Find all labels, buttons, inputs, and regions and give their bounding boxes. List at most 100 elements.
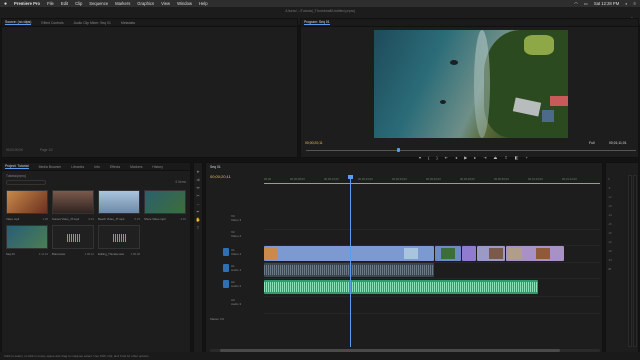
- tab-media-browser[interactable]: Media Browser: [39, 165, 62, 169]
- menu-file[interactable]: File: [47, 1, 54, 6]
- source-timecode[interactable]: 00;00;00;00: [6, 148, 23, 152]
- search-icon[interactable]: ⌕: [625, 1, 627, 6]
- mark-in-icon[interactable]: {: [428, 155, 429, 160]
- play-icon[interactable]: ▶: [464, 155, 467, 160]
- project-item[interactable]: Beach Video_JT.mp4 5:23: [98, 190, 140, 224]
- go-to-out-icon[interactable]: ⇥: [483, 155, 486, 160]
- timeline-clip[interactable]: [462, 246, 476, 261]
- program-timecode[interactable]: 00;00;20;11: [305, 141, 323, 145]
- extract-icon[interactable]: ⇧: [504, 155, 507, 160]
- project-search-input[interactable]: [6, 180, 46, 185]
- slip-tool-icon[interactable]: ↔: [196, 201, 200, 206]
- wifi-icon[interactable]: ◠: [574, 1, 578, 6]
- project-tabs: Project: Tutorial Media Browser Librarie…: [2, 163, 190, 171]
- tab-program[interactable]: Program: Seq 01: [304, 20, 330, 25]
- project-item[interactable]: Video.mp4 1:28: [6, 190, 48, 224]
- menu-markers[interactable]: Markers: [115, 1, 130, 6]
- menu-graphics[interactable]: Graphics: [137, 1, 154, 6]
- tab-metadata[interactable]: Metadata: [121, 21, 135, 25]
- hand-tool-icon[interactable]: ✋: [196, 217, 201, 222]
- add-button-icon[interactable]: +: [525, 155, 527, 160]
- tab-audio-clip-mixer[interactable]: Audio Clip Mixer: Seq 01: [74, 21, 111, 25]
- tab-source[interactable]: Source: (no clips): [5, 20, 32, 25]
- timeline-clip[interactable]: [264, 246, 434, 261]
- tab-project[interactable]: Project: Tutorial: [5, 164, 29, 169]
- tab-info[interactable]: Info: [94, 165, 100, 169]
- export-frame-icon[interactable]: ◧: [515, 155, 519, 160]
- work-area-bar[interactable]: [264, 183, 600, 184]
- selection-tool-icon[interactable]: ➤: [196, 169, 199, 174]
- track-header-v2[interactable]: V2 Video 2: [210, 229, 264, 239]
- marker-icon[interactable]: ▾: [419, 155, 421, 160]
- step-forward-icon[interactable]: ▸: [474, 155, 476, 160]
- timeline-playhead[interactable]: [348, 175, 353, 347]
- program-playhead[interactable]: [397, 148, 400, 152]
- program-scrub-bar[interactable]: [306, 150, 636, 151]
- track-header-a1[interactable]: A1 Audio 1: [210, 263, 264, 273]
- menu-help[interactable]: Help: [199, 1, 208, 6]
- tab-sequence[interactable]: Seq 01: [210, 165, 221, 169]
- ruler-tick: 00;01;04;00: [528, 177, 543, 181]
- ripple-edit-tool-icon[interactable]: ⇹: [196, 185, 199, 190]
- go-to-in-icon[interactable]: ⇤: [445, 155, 448, 160]
- timeline-clip[interactable]: [477, 246, 505, 261]
- ruler-tick: 00;01;12;00: [562, 177, 577, 181]
- video-rock: [450, 60, 458, 65]
- audio-clip[interactable]: [264, 280, 538, 294]
- track-target-toggle[interactable]: [223, 280, 229, 288]
- track-target-toggle[interactable]: [223, 248, 229, 256]
- pen-tool-icon[interactable]: ✒: [196, 209, 199, 214]
- menu-edit[interactable]: Edit: [61, 1, 68, 6]
- audio-clip[interactable]: [264, 263, 434, 277]
- menu-sequence[interactable]: Sequence: [89, 1, 108, 6]
- track-divider: [264, 229, 600, 230]
- track-header-a3[interactable]: A3 Audio 3: [210, 297, 264, 307]
- item-duration: 9:21: [88, 217, 94, 221]
- razor-tool-icon[interactable]: ✂: [196, 193, 199, 198]
- type-tool-icon[interactable]: T: [197, 225, 199, 230]
- menubar-clock[interactable]: Sat 12:28 PM: [594, 1, 619, 6]
- track-target-toggle[interactable]: [223, 264, 229, 272]
- track-select-tool-icon[interactable]: ⇉: [196, 177, 199, 182]
- lift-icon[interactable]: ⏏: [494, 155, 498, 160]
- apple-menu-icon[interactable]: ●: [4, 1, 7, 7]
- menu-window[interactable]: Window: [177, 1, 192, 6]
- waveform-icon: [67, 234, 81, 242]
- tab-history[interactable]: History: [152, 165, 163, 169]
- program-fit[interactable]: Full: [589, 141, 594, 145]
- tab-effect-controls[interactable]: Effect Controls: [41, 21, 63, 25]
- clip-thumbnail: [144, 190, 186, 214]
- ruler-tick: 00;00;16;00: [324, 177, 339, 181]
- track-header-v3[interactable]: V3 Video 3: [210, 213, 264, 223]
- menu-clip[interactable]: Clip: [75, 1, 82, 6]
- tab-effects[interactable]: Effects: [110, 165, 120, 169]
- control-center-icon[interactable]: ≡: [634, 1, 636, 6]
- tools-panel: ➤ ⇉ ⇹ ✂ ↔ ✒ ✋ T: [193, 162, 203, 356]
- tab-libraries[interactable]: Libraries: [71, 165, 84, 169]
- master-track[interactable]: Master 0.0: [210, 317, 224, 321]
- track-header-v1[interactable]: V1 Video 1: [210, 247, 264, 257]
- project-item[interactable]: Seq 01 1:11:01: [6, 225, 48, 259]
- tab-markers[interactable]: Markers: [130, 165, 142, 169]
- app-menu[interactable]: Premiere Pro: [14, 1, 40, 6]
- timeline-timecode[interactable]: 00;00;20;11: [210, 174, 231, 179]
- timeline-clip[interactable]: [506, 246, 564, 261]
- project-item[interactable]: Shore Video.mp4 4:10: [144, 190, 186, 224]
- project-item[interactable]: Sunset Video_JT.mp4 9:21: [52, 190, 94, 224]
- track-name: Audio 2: [231, 284, 242, 288]
- meter-tick: 0: [608, 178, 610, 181]
- program-video-frame[interactable]: [374, 30, 568, 138]
- clip-thumbnail: [264, 248, 278, 259]
- source-tabs: Source: (no clips) Effect Controls Audio…: [2, 19, 297, 27]
- source-fit[interactable]: Page 1/2: [40, 148, 53, 152]
- step-back-icon[interactable]: ◂: [455, 155, 457, 160]
- track-header-a2[interactable]: A2 Audio 2: [210, 279, 264, 289]
- battery-icon[interactable]: ▭: [584, 1, 588, 6]
- project-item[interactable]: Editing_Thunder.wav 1:05:48: [98, 225, 140, 259]
- clip-thumbnail: [441, 248, 455, 259]
- meter-tick: -18: [608, 205, 612, 208]
- menu-view[interactable]: View: [161, 1, 170, 6]
- timeline-clip[interactable]: [435, 246, 461, 261]
- project-item[interactable]: Brand.wav 1:09:12: [52, 225, 94, 259]
- mark-out-icon[interactable]: }: [436, 155, 437, 160]
